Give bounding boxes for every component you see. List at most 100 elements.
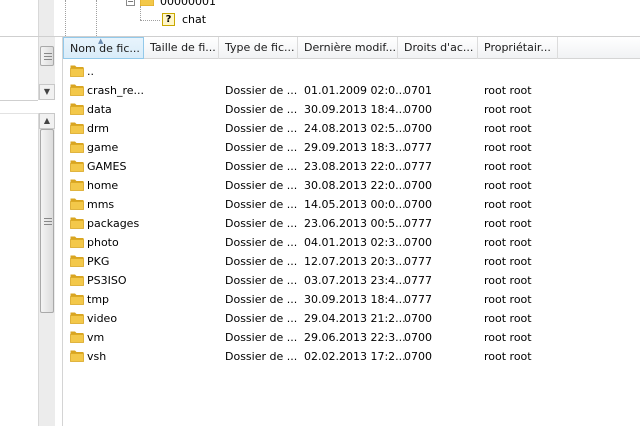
file-type-cell: Dossier de ...: [225, 312, 298, 325]
tree-node-parent-label[interactable]: 00000001: [160, 0, 216, 8]
file-modified-cell: 30.08.2013 22:0...: [304, 179, 406, 192]
column-header-modified-label: Dernière modif...: [304, 41, 396, 54]
file-name-cell: vsh: [87, 350, 107, 363]
file-name-cell: tmp: [87, 293, 110, 306]
remote-tree-view: − 00000001 ? chat: [54, 0, 640, 36]
folder-icon: [70, 293, 84, 305]
file-permissions-cell: 0700: [404, 331, 432, 344]
folder-icon: [70, 65, 84, 77]
file-name-cell: game: [87, 141, 119, 154]
folder-icon: [70, 103, 84, 115]
file-owner-cell: root root: [484, 179, 532, 192]
file-type-cell: Dossier de ...: [225, 198, 298, 211]
file-modified-cell: 30.09.2013 18:4...: [304, 293, 406, 306]
table-row[interactable]: vsh Dossier de ... 02.02.2013 17:2... 0700 r…: [63, 347, 640, 366]
table-row[interactable]: game Dossier de ... 29.09.2013 18:3... 0777…: [63, 138, 640, 157]
file-owner-cell: root root: [484, 160, 532, 173]
file-type-cell: Dossier de ...: [225, 160, 298, 173]
file-modified-cell: 23.08.2013 22:0...: [304, 160, 406, 173]
file-owner-cell: root root: [484, 122, 532, 135]
table-row[interactable]: data Dossier de ... 30.09.2013 18:4... 0700…: [63, 100, 640, 119]
table-row[interactable]: ..: [63, 62, 640, 81]
minus-expander-icon[interactable]: −: [126, 0, 135, 6]
column-header-name-label: Nom de fic...: [70, 42, 140, 55]
table-row[interactable]: tmp Dossier de ... 30.09.2013 18:4... 0777 r…: [63, 290, 640, 309]
file-type-cell: Dossier de ...: [225, 84, 298, 97]
table-row[interactable]: crash_re... Dossier de ... 01.01.2009 02:0…: [63, 81, 640, 100]
file-name-cell: crash_re...: [87, 84, 145, 97]
left-pane-divider-2: [0, 113, 38, 114]
file-permissions-cell: 0777: [404, 217, 432, 230]
folder-icon: [70, 350, 84, 362]
file-owner-cell: root root: [484, 198, 532, 211]
column-header-size[interactable]: Taille de fi...: [144, 37, 219, 59]
table-row[interactable]: video Dossier de ... 29.04.2013 21:2... 070…: [63, 309, 640, 328]
folder-icon: [70, 217, 84, 229]
tree-node-chat-label[interactable]: chat: [182, 13, 206, 26]
file-type-cell: Dossier de ...: [225, 122, 298, 135]
file-modified-cell: 24.08.2013 02:5...: [304, 122, 406, 135]
left-tree-scroll-down-button[interactable]: ▼: [39, 84, 55, 100]
file-name-cell: mms: [87, 198, 115, 211]
table-row[interactable]: drm Dossier de ... 24.08.2013 02:5... 0700 r…: [63, 119, 640, 138]
column-header-permissions[interactable]: Droits d'ac...: [398, 37, 478, 59]
file-type-cell: Dossier de ...: [225, 179, 298, 192]
column-header-name[interactable]: ▲ Nom de fic...: [63, 37, 144, 59]
file-name-cell: PKG: [87, 255, 110, 268]
file-owner-cell: root root: [484, 312, 532, 325]
table-row[interactable]: home Dossier de ... 30.08.2013 22:0... 0700…: [63, 176, 640, 195]
folder-icon: [70, 122, 84, 134]
file-permissions-cell: 0777: [404, 274, 432, 287]
file-owner-cell: root root: [484, 255, 532, 268]
column-header-type-label: Type de fic...: [225, 41, 295, 54]
column-header-modified[interactable]: Dernière modif...: [298, 37, 398, 59]
table-row[interactable]: PKG Dossier de ... 12.07.2013 20:3... 0777 r…: [63, 252, 640, 271]
file-modified-cell: 29.04.2013 21:2...: [304, 312, 406, 325]
file-owner-cell: root root: [484, 217, 532, 230]
file-permissions-cell: 0777: [404, 141, 432, 154]
file-modified-cell: 12.07.2013 20:3...: [304, 255, 406, 268]
folder-icon: [70, 179, 84, 191]
table-row[interactable]: photo Dossier de ... 04.01.2013 02:3... 070…: [63, 233, 640, 252]
file-owner-cell: root root: [484, 141, 532, 154]
folder-icon: [70, 198, 84, 210]
file-modified-cell: 02.02.2013 17:2...: [304, 350, 406, 363]
left-list-scrollbar[interactable]: ▲: [38, 113, 55, 426]
file-owner-cell: root root: [484, 293, 532, 306]
table-row[interactable]: vm Dossier de ... 29.06.2013 22:3... 0700 ro…: [63, 328, 640, 347]
file-permissions-cell: 0700: [404, 179, 432, 192]
file-permissions-cell: 0701: [404, 84, 432, 97]
table-row[interactable]: PS3ISO Dossier de ... 03.07.2013 23:4... 07…: [63, 271, 640, 290]
folder-icon: [70, 255, 84, 267]
file-name-cell: vm: [87, 331, 105, 344]
column-header-type[interactable]: Type de fic...: [219, 37, 298, 59]
column-header-owner[interactable]: Propriétair...: [478, 37, 558, 59]
column-header-row: ▲ Nom de fic... Taille de fi... Type de …: [63, 37, 640, 59]
left-tree-scroll-thumb[interactable]: [40, 46, 54, 66]
file-name-cell: drm: [87, 122, 110, 135]
left-list-scroll-up-button[interactable]: ▲: [39, 113, 55, 129]
table-row[interactable]: packages Dossier de ... 23.06.2013 00:5...…: [63, 214, 640, 233]
file-modified-cell: 14.05.2013 00:0...: [304, 198, 406, 211]
file-permissions-cell: 0777: [404, 293, 432, 306]
file-owner-cell: root root: [484, 274, 532, 287]
file-permissions-cell: 0700: [404, 236, 432, 249]
sort-ascending-icon: ▲: [98, 37, 104, 45]
file-name-cell: GAMES: [87, 160, 127, 173]
left-tree-scrollbar[interactable]: ▼: [38, 0, 55, 100]
column-header-permissions-label: Droits d'ac...: [404, 41, 474, 54]
file-name-cell: photo: [87, 236, 119, 249]
file-modified-cell: 23.06.2013 00:5...: [304, 217, 406, 230]
table-row[interactable]: mms Dossier de ... 14.05.2013 00:0... 0700 r…: [63, 195, 640, 214]
file-modified-cell: 29.06.2013 22:3...: [304, 331, 406, 344]
file-permissions-cell: 0777: [404, 160, 432, 173]
file-owner-cell: root root: [484, 331, 532, 344]
file-type-cell: Dossier de ...: [225, 274, 298, 287]
column-header-size-label: Taille de fi...: [150, 41, 216, 54]
table-row[interactable]: GAMES Dossier de ... 23.08.2013 22:0... 077…: [63, 157, 640, 176]
file-type-cell: Dossier de ...: [225, 236, 298, 249]
left-list-scroll-thumb[interactable]: [40, 129, 54, 313]
file-type-cell: Dossier de ...: [225, 103, 298, 116]
file-owner-cell: root root: [484, 350, 532, 363]
file-permissions-cell: 0700: [404, 312, 432, 325]
